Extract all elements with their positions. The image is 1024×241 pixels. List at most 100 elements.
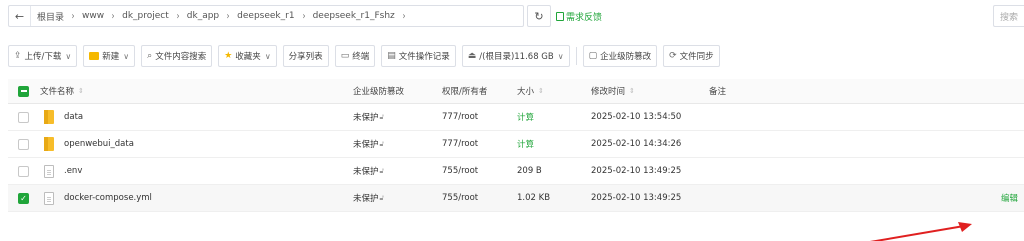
tamper-status-label: 未保护 bbox=[353, 140, 379, 150]
breadcrumb-item-root[interactable]: 根目录 bbox=[33, 10, 68, 23]
file-name-cell[interactable]: openwebui_data bbox=[44, 131, 134, 157]
unlock-icon: 🔓︎ bbox=[379, 166, 385, 175]
breadcrumb-separator: › bbox=[302, 10, 305, 22]
row-checkbox[interactable] bbox=[18, 131, 29, 157]
terminal-button[interactable]: ▭ 终端 bbox=[334, 45, 376, 67]
tamper-protect-label: 企业级防篡改 bbox=[600, 52, 652, 62]
select-all-checkbox[interactable] bbox=[18, 79, 29, 103]
refresh-icon[interactable]: ↻ bbox=[527, 5, 551, 27]
unlock-icon: 🔓︎ bbox=[379, 112, 385, 121]
tamper-status[interactable]: 未保护 🔓︎ bbox=[353, 158, 384, 184]
chevron-down-icon: ∨ bbox=[123, 51, 130, 61]
header-tamper: 企业级防篡改 bbox=[353, 87, 405, 97]
checkbox-partial-icon bbox=[18, 85, 29, 97]
header-permission: 权限/所有者 bbox=[442, 87, 488, 97]
new-folder-icon bbox=[89, 52, 100, 60]
tamper-icon: ▢ bbox=[588, 51, 598, 61]
breadcrumb-item-www[interactable]: www bbox=[78, 11, 108, 21]
favorites-label: 收藏夹 bbox=[235, 52, 261, 62]
table-row[interactable]: openwebui_data 未保护 🔓︎ 777/root 计算 2025-02… bbox=[8, 131, 1024, 158]
file-name[interactable]: docker-compose.yml bbox=[64, 193, 152, 203]
breadcrumb-separator: › bbox=[111, 10, 115, 22]
breadcrumb-item-deepseek-r1-fshz[interactable]: deepseek_r1_Fshz bbox=[309, 11, 399, 21]
back-arrow-icon[interactable]: ← bbox=[9, 6, 31, 26]
file-table: 文件名称 ⇕ 企业级防篡改 权限/所有者 大小 ⇕ 修改时间 ⇕ 备注 data 未保… bbox=[8, 79, 1024, 212]
file-name[interactable]: .env bbox=[64, 166, 82, 176]
folder-icon bbox=[44, 110, 54, 124]
table-row[interactable]: ✓ docker-compose.yml 未保护 🔓︎ 755/root 1.02… bbox=[8, 185, 1024, 212]
disk-icon: ⏏ bbox=[467, 51, 477, 61]
header-size-label: 大小 bbox=[517, 87, 535, 97]
chevron-down-icon: ∨ bbox=[264, 51, 271, 61]
feedback-link[interactable]: 需求反馈 bbox=[556, 5, 602, 27]
share-list-button[interactable]: 分享列表 bbox=[282, 45, 329, 67]
terminal-label: 终端 bbox=[352, 52, 370, 62]
checkmark-icon: ✓ bbox=[18, 192, 29, 204]
size-cell: 1.02 KB bbox=[517, 193, 551, 203]
search-icon: ⌕ bbox=[147, 51, 153, 61]
chevron-down-icon: ∨ bbox=[65, 51, 72, 61]
sort-icon: ⇕ bbox=[629, 87, 635, 95]
folder-icon bbox=[44, 137, 54, 151]
row-checkbox[interactable] bbox=[18, 104, 29, 130]
tamper-status[interactable]: 未保护 🔓︎ bbox=[353, 131, 384, 157]
disk-button[interactable]: ⏏ /(根目录)11.68 GB ∨ bbox=[461, 45, 570, 67]
row-checkbox[interactable] bbox=[18, 158, 29, 184]
breadcrumb-item-dk-project[interactable]: dk_project bbox=[118, 11, 173, 21]
sort-icon: ⇕ bbox=[78, 87, 84, 95]
table-row[interactable]: data 未保护 🔓︎ 777/root 计算 2025-02-10 13:54:… bbox=[8, 104, 1024, 131]
permission-cell[interactable]: 777/root bbox=[442, 104, 478, 130]
row-checkbox[interactable]: ✓ bbox=[18, 185, 29, 211]
table-row[interactable]: .env 未保护 🔓︎ 755/root 209 B 2025-02-10 13:… bbox=[8, 158, 1024, 185]
star-icon: ★ bbox=[224, 51, 233, 61]
red-arrow-annotation bbox=[869, 222, 972, 241]
mtime-cell: 2025-02-10 13:54:50 bbox=[591, 112, 682, 122]
breadcrumb-item-dk-app[interactable]: dk_app bbox=[183, 11, 223, 21]
file-name-cell[interactable]: docker-compose.yml bbox=[44, 185, 152, 211]
operation-log-label: 文件操作记录 bbox=[398, 52, 450, 62]
permission-cell[interactable]: 755/root bbox=[442, 185, 478, 211]
upload-icon: ⇪ bbox=[14, 51, 22, 61]
tamper-protect-button[interactable]: ▢ 企业级防篡改 bbox=[582, 45, 658, 67]
file-icon bbox=[44, 164, 54, 178]
header-mtime[interactable]: 修改时间 ⇕ bbox=[591, 79, 635, 103]
file-name-cell[interactable]: data bbox=[44, 104, 83, 130]
breadcrumb-item-deepseek-r1[interactable]: deepseek_r1 bbox=[233, 11, 298, 21]
unlock-icon: 🔓︎ bbox=[379, 139, 385, 148]
header-size[interactable]: 大小 ⇕ bbox=[517, 79, 544, 103]
edit-link[interactable]: 编辑 bbox=[1001, 185, 1018, 211]
breadcrumb-separator: › bbox=[226, 10, 230, 22]
file-sync-button[interactable]: ⟳ 文件同步 bbox=[663, 45, 720, 67]
new-button[interactable]: 新建 ∨ bbox=[83, 45, 136, 67]
search-input[interactable]: 搜索 bbox=[993, 5, 1024, 27]
unlock-icon: 🔓︎ bbox=[379, 193, 385, 202]
new-label: 新建 bbox=[102, 52, 120, 62]
address-bar-row: ← 根目录 › www › dk_project › dk_app › deep… bbox=[0, 0, 1024, 33]
terminal-icon: ▭ bbox=[340, 51, 350, 61]
upload-download-button[interactable]: ⇪ 上传/下载 ∨ bbox=[8, 45, 78, 67]
checkbox-icon bbox=[18, 111, 29, 123]
header-name[interactable]: 文件名称 ⇕ bbox=[40, 79, 84, 103]
log-icon: ▤ bbox=[387, 51, 396, 61]
operation-log-button[interactable]: ▤ 文件操作记录 bbox=[381, 45, 456, 67]
sort-icon: ⇕ bbox=[538, 87, 544, 95]
table-header: 文件名称 ⇕ 企业级防篡改 权限/所有者 大小 ⇕ 修改时间 ⇕ 备注 bbox=[8, 79, 1024, 104]
file-name-cell[interactable]: .env bbox=[44, 158, 82, 184]
file-name[interactable]: data bbox=[64, 112, 83, 122]
favorites-button[interactable]: ★ 收藏夹 ∨ bbox=[218, 45, 277, 67]
upload-download-label: 上传/下载 bbox=[24, 52, 62, 62]
size-calc-link[interactable]: 计算 bbox=[517, 131, 534, 157]
size-calc-link[interactable]: 计算 bbox=[517, 104, 534, 130]
header-mtime-label: 修改时间 bbox=[591, 87, 626, 97]
tamper-status-label: 未保护 bbox=[353, 113, 379, 123]
mtime-cell: 2025-02-10 13:49:25 bbox=[591, 193, 682, 203]
file-name[interactable]: openwebui_data bbox=[64, 139, 134, 149]
permission-cell[interactable]: 755/root bbox=[442, 158, 478, 184]
content-search-button[interactable]: ⌕ 文件内容搜索 bbox=[141, 45, 213, 67]
permission-cell[interactable]: 777/root bbox=[442, 131, 478, 157]
breadcrumb: 根目录 › www › dk_project › dk_app › deepse… bbox=[33, 6, 409, 26]
path-bar[interactable]: ← 根目录 › www › dk_project › dk_app › deep… bbox=[8, 5, 524, 27]
tamper-status[interactable]: 未保护 🔓︎ bbox=[353, 185, 384, 211]
feedback-icon bbox=[556, 11, 564, 21]
tamper-status[interactable]: 未保护 🔓︎ bbox=[353, 104, 384, 130]
